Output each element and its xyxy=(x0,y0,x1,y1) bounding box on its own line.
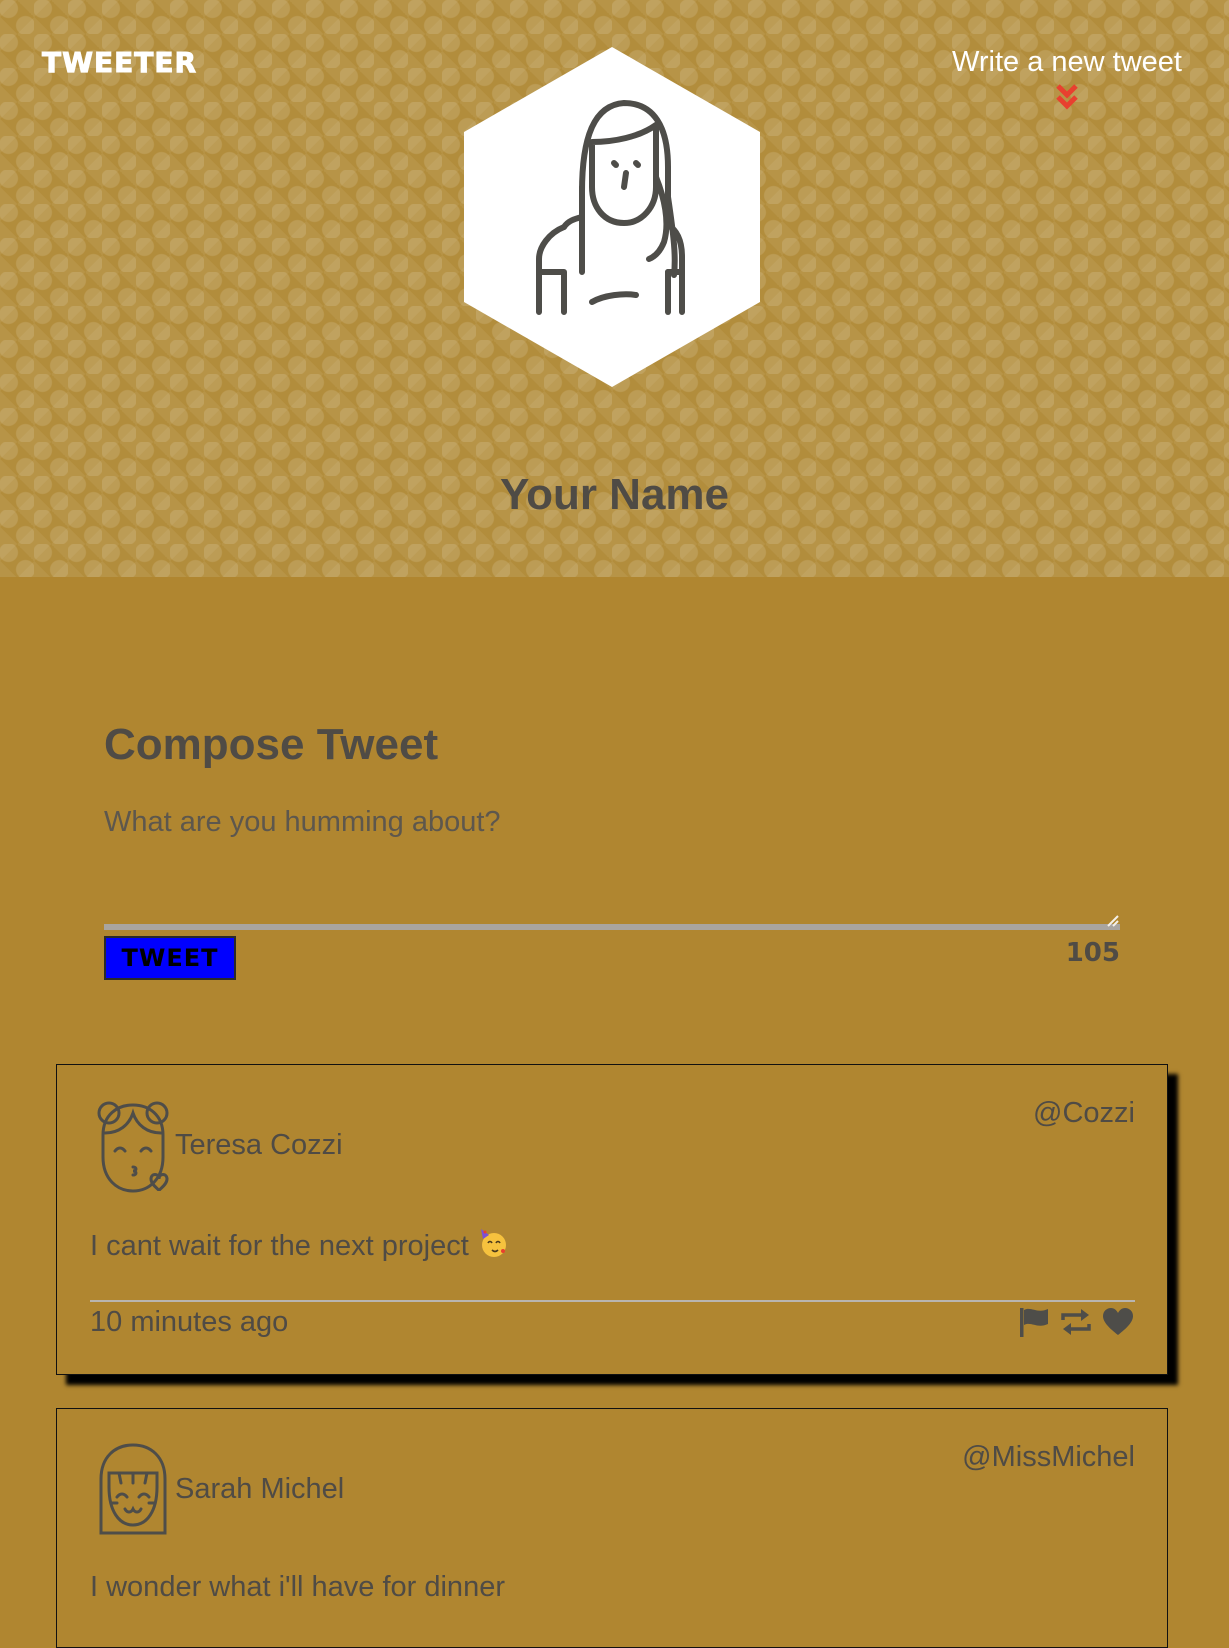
app-logo[interactable]: TWEETER xyxy=(41,46,197,80)
tweet-text: I wonder what i'll have for dinner xyxy=(90,1571,505,1603)
write-new-tweet-link[interactable]: Write a new tweet xyxy=(952,46,1182,111)
tweet-author-name[interactable]: Teresa Cozzi xyxy=(175,1129,343,1162)
flag-icon[interactable] xyxy=(1017,1306,1051,1338)
compose-title: Compose Tweet xyxy=(104,720,439,769)
resize-handle-icon[interactable] xyxy=(1106,914,1120,928)
tweet-author-handle[interactable]: @MissMichel xyxy=(962,1441,1135,1474)
tweet-submit-button[interactable]: TWEET xyxy=(104,936,236,980)
tweet-author-name[interactable]: Sarah Michel xyxy=(175,1473,344,1506)
tweet-text-content: I cant wait for the next project xyxy=(90,1230,469,1262)
double-chevron-down-icon xyxy=(1056,84,1078,110)
retweet-icon[interactable] xyxy=(1059,1306,1093,1338)
tweet-actions xyxy=(1017,1306,1135,1338)
profile-name: Your Name xyxy=(499,470,730,519)
write-new-tweet-label: Write a new tweet xyxy=(952,46,1182,78)
tweet-card: Teresa Cozzi @Cozzi I cant wait for the … xyxy=(56,1064,1168,1375)
tweet-author-handle[interactable]: @Cozzi xyxy=(1033,1097,1135,1130)
profile-header: TWEETER Write a new tweet Your Name xyxy=(0,0,1229,577)
partying-face-emoji-icon xyxy=(480,1229,506,1257)
tweet-text: I cant wait for the next project xyxy=(90,1227,509,1263)
user-avatar-icon xyxy=(464,47,760,387)
heart-icon[interactable] xyxy=(1101,1306,1135,1338)
girl-kiss-avatar-icon xyxy=(97,1101,169,1193)
character-counter: 105 xyxy=(1065,938,1120,968)
tweet-footer: 10 minutes ago xyxy=(90,1300,1135,1352)
tweet-card: Sarah Michel @MissMichel I wonder what i… xyxy=(56,1408,1168,1648)
tweet-text-input[interactable] xyxy=(104,806,1120,930)
tweet-timestamp: 10 minutes ago xyxy=(90,1306,289,1338)
compose-tweet-section: Compose Tweet TWEET 105 xyxy=(104,720,1120,980)
girl-smile-avatar-icon xyxy=(99,1443,167,1535)
